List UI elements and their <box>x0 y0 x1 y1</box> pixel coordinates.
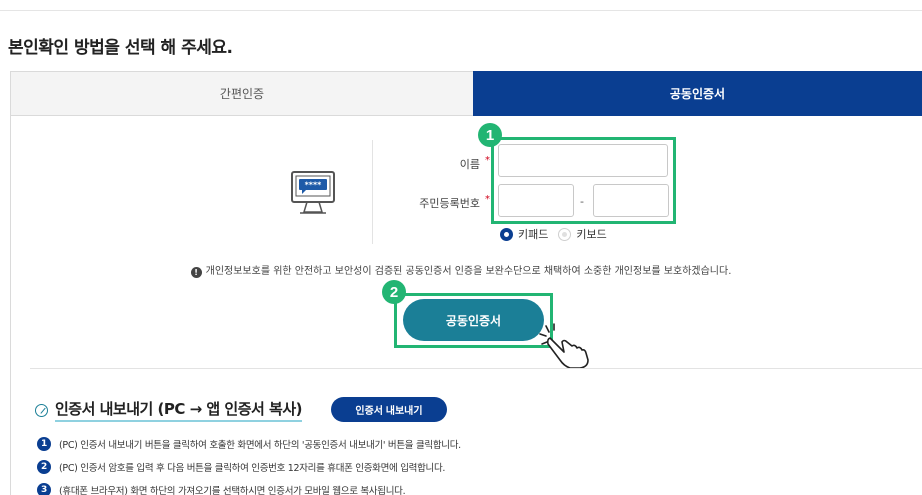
page-title: 본인확인 방법을 선택 해 주세요. <box>8 38 233 58</box>
step-badge-2: 2 <box>382 280 406 304</box>
export-steps-list: 1 (PC) 인증서 내보내기 버튼을 클릭하여 호출한 화면에서 하단의 '공… <box>37 432 461 495</box>
keypad-radio[interactable] <box>500 227 513 241</box>
step-badge-1: 1 <box>478 123 502 147</box>
monitor-password-icon: **** <box>291 171 335 214</box>
step-text: (휴대폰 브라우저) 화면 하단의 가져오기를 선택하시면 인증서가 모바일 웹… <box>59 485 406 495</box>
export-section-title: 인증서 내보내기 (PC → 앱 인증서 복사) <box>55 398 303 422</box>
keypad-label[interactable]: 키패드 <box>518 226 548 242</box>
privacy-notice: ! 개인정보보호를 위한 안전하고 보안성이 검증된 공동인증서 인증을 보완수단… <box>0 262 922 278</box>
export-step: 1 (PC) 인증서 내보내기 버튼을 클릭하여 호출한 화면에서 하단의 '공… <box>37 432 461 455</box>
step-text: (PC) 인증서 내보내기 버튼을 클릭하여 호출한 화면에서 하단의 '공동인… <box>59 439 461 451</box>
section-divider <box>30 368 922 369</box>
top-divider <box>0 10 922 11</box>
step-text: (PC) 인증서 암호를 입력 후 다음 버튼을 클릭하여 인증번호 12자리를… <box>59 462 446 474</box>
rrn-label: 주민등록번호 <box>419 197 480 210</box>
export-section-heading: 인증서 내보내기 (PC → 앱 인증서 복사) <box>35 398 303 422</box>
auth-method-tabs: 간편인증 공동인증서 <box>10 71 922 116</box>
export-step: 3 (휴대폰 브라우저) 화면 하단의 가져오기를 선택하시면 인증서가 모바일… <box>37 478 461 495</box>
required-mark: * <box>485 155 490 166</box>
keyboard-radio[interactable] <box>558 227 572 241</box>
edit-circle-icon <box>35 403 48 417</box>
tab-joint-certificate[interactable]: 공동인증서 <box>473 71 922 116</box>
svg-text:****: **** <box>305 181 323 190</box>
export-step: 2 (PC) 인증서 암호를 입력 후 다음 버튼을 클릭하여 인증번호 12자… <box>37 455 461 478</box>
tab-simple-auth[interactable]: 간편인증 <box>10 71 473 116</box>
step-number: 2 <box>37 459 51 474</box>
pointing-hand-icon <box>539 323 589 369</box>
input-method-options: 키패드 키보드 <box>500 226 617 242</box>
required-mark: * <box>485 194 490 205</box>
privacy-notice-text: 개인정보보호를 위한 안전하고 보안성이 검증된 공동인증서 인증을 보완수단으… <box>205 266 732 277</box>
name-label: 이름 <box>459 158 480 171</box>
step-number: 1 <box>37 436 51 451</box>
input-highlight-box <box>491 137 676 224</box>
keyboard-label[interactable]: 키보드 <box>576 226 606 242</box>
info-icon: ! <box>190 267 202 278</box>
step-number: 3 <box>37 482 51 495</box>
joint-certificate-button[interactable]: 공동인증서 <box>403 299 544 341</box>
form-divider <box>372 140 373 244</box>
export-certificate-button[interactable]: 인증서 내보내기 <box>331 397 447 422</box>
